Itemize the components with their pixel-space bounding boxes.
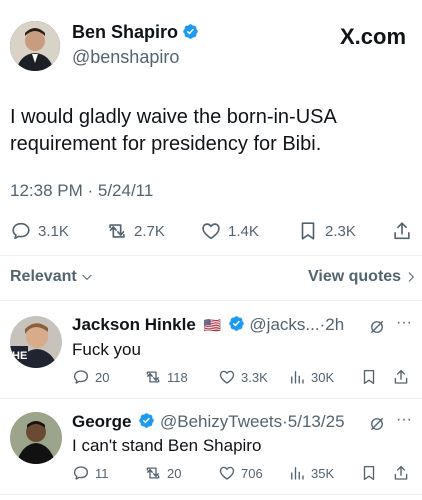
repost-button[interactable]: 2.7K	[106, 220, 165, 242]
reply-action-bar: 20 118 3.3K 30K	[72, 368, 412, 388]
divider	[0, 494, 422, 495]
divider	[0, 398, 422, 399]
verified-badge-icon	[183, 24, 198, 39]
chevron-down-icon	[82, 274, 92, 280]
sort-relevant-label: Relevant	[10, 268, 77, 285]
repost-icon	[109, 224, 125, 238]
reply-share-button[interactable]	[392, 464, 415, 482]
reply-avatar[interactable]	[10, 412, 62, 464]
reply-text: I can't stand Ben Shapiro	[72, 436, 262, 455]
reply-icon	[73, 370, 89, 384]
tweet-text-line2: requirement for presidency for Bibi.	[10, 133, 322, 155]
like-count: 706	[241, 465, 263, 481]
reply-icon	[73, 466, 89, 480]
reply-share-button[interactable]	[392, 368, 415, 386]
avatar-overlay-text: HE	[12, 350, 27, 362]
share-icon	[394, 369, 408, 384]
verified-badge-icon	[139, 413, 155, 428]
grok-icon[interactable]	[368, 415, 386, 433]
reply-comment-button[interactable]: 20	[72, 368, 109, 386]
views-chart-icon	[291, 467, 304, 480]
bookmark-count: 2.3K	[325, 222, 356, 240]
bookmark-icon	[363, 369, 375, 385]
heart-icon	[219, 466, 235, 480]
like-button[interactable]: 1.4K	[200, 220, 259, 242]
reply-author-name[interactable]: Jackson Hinkle	[72, 315, 196, 334]
author-handle[interactable]: @benshapiro	[72, 47, 179, 68]
reply-repost-button[interactable]: 118	[144, 368, 188, 386]
repost-icon	[146, 467, 160, 479]
tweet-timestamp[interactable]: 12:38 PM · 5/24/11	[10, 181, 153, 201]
share-icon	[394, 222, 410, 240]
comment-count: 11	[95, 465, 109, 481]
like-count: 1.4K	[228, 222, 259, 240]
reply-icon	[12, 222, 30, 240]
sort-relevant-dropdown[interactable]: Relevant	[10, 268, 94, 286]
tweet-text: I would gladly waive the born-in-USA req…	[10, 104, 410, 158]
divider	[0, 255, 422, 256]
view-quotes-label: View quotes	[308, 268, 402, 285]
reply-comment-button[interactable]: 11	[72, 464, 109, 482]
reply-handle-time[interactable]: @jacks...·2h	[249, 315, 344, 334]
reply-repost-button[interactable]: 20	[144, 464, 181, 482]
verified-badge-icon	[228, 316, 244, 331]
reply-handle-time[interactable]: @BehizyTweets·5/13/25	[160, 412, 345, 431]
flag-icon: 🇺🇸	[203, 317, 221, 333]
like-count: 3.3K	[241, 369, 268, 385]
bookmark-icon	[363, 465, 375, 481]
reply-header: George @BehizyTweets·5/13/25	[72, 412, 345, 432]
views-chart-icon	[291, 371, 304, 384]
chevron-right-icon	[408, 272, 414, 282]
view-count: 35K	[311, 465, 335, 481]
heart-icon	[202, 223, 220, 240]
author-name-text[interactable]: Ben Shapiro	[72, 22, 178, 42]
repost-count: 20	[167, 465, 182, 481]
reply-like-button[interactable]: 706	[218, 464, 263, 482]
reply-like-button[interactable]: 3.3K	[218, 368, 268, 386]
bookmark-button[interactable]: 2.3K	[297, 220, 356, 242]
repost-icon	[146, 371, 160, 383]
divider	[0, 300, 422, 301]
reply-author-name[interactable]: George	[72, 412, 132, 431]
repost-count: 2.7K	[134, 222, 165, 240]
author-avatar[interactable]	[10, 21, 60, 71]
repost-count: 118	[167, 369, 188, 385]
bookmark-icon	[301, 222, 315, 240]
reply-action-bar: 11 20 706 35K	[72, 464, 412, 484]
more-options-icon[interactable]: ···	[396, 411, 412, 429]
comment-count: 20	[95, 369, 110, 385]
heart-icon	[219, 370, 235, 384]
reply-header: Jackson Hinkle 🇺🇸 @jacks...·2h	[72, 315, 344, 335]
brand-logo-text: X.com	[340, 24, 407, 49]
reply-views-button[interactable]: 35K	[288, 464, 334, 482]
share-icon	[394, 465, 408, 480]
reply-count: 3.1K	[38, 222, 69, 240]
reply-bookmark-button[interactable]	[360, 368, 383, 386]
reply-text: Fuck you	[72, 340, 141, 359]
reply-avatar[interactable]: HE	[10, 316, 62, 368]
view-quotes-link[interactable]: View quotes	[308, 268, 418, 286]
share-button[interactable]	[391, 220, 419, 242]
grok-icon[interactable]	[368, 318, 386, 336]
tweet-action-bar: 3.1K 2.7K 1.4K 2.3K	[10, 220, 415, 244]
view-count: 30K	[311, 369, 335, 385]
reply-views-button[interactable]: 30K	[288, 368, 334, 386]
more-options-icon[interactable]: ···	[396, 314, 412, 332]
tweet-text-line1: I would gladly waive the born-in-USA	[10, 106, 337, 128]
reply-button[interactable]: 3.1K	[10, 220, 69, 242]
reply-bookmark-button[interactable]	[360, 464, 383, 482]
author-name[interactable]: Ben Shapiro	[72, 22, 199, 43]
